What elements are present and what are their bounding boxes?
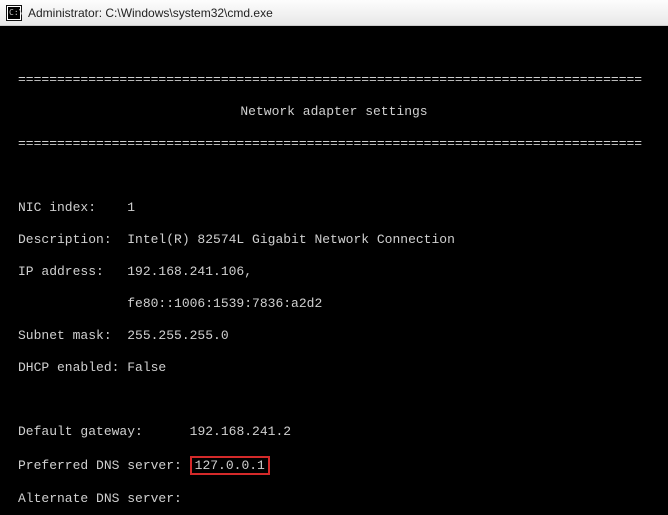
- nic-ip-row1: IP address: 192.168.241.106,: [18, 264, 650, 280]
- console-area[interactable]: ========================================…: [0, 26, 668, 515]
- nic-index-row: NIC index: 1: [18, 200, 650, 216]
- pref-dns-row: Preferred DNS server: 127.0.0.1: [18, 456, 650, 475]
- nic-ip-value1: 192.168.241.106,: [127, 264, 252, 279]
- nic-ip-value2: fe80::1006:1539:7836:a2d2: [127, 296, 322, 311]
- nic-dhcp-row: DHCP enabled: False: [18, 360, 650, 376]
- gateway-row: Default gateway: 192.168.241.2: [18, 424, 650, 440]
- rule-bottom: ========================================…: [18, 136, 650, 152]
- cmd-window: C:\ Administrator: C:\Windows\system32\c…: [0, 0, 668, 515]
- titlebar[interactable]: C:\ Administrator: C:\Windows\system32\c…: [0, 0, 668, 26]
- nic-desc-value: Intel(R) 82574L Gigabit Network Connecti…: [127, 232, 455, 247]
- nic-mask-row: Subnet mask: 255.255.255.0: [18, 328, 650, 344]
- nic-dhcp-value: False: [127, 360, 166, 375]
- alt-dns-label: Alternate DNS server:: [18, 491, 182, 506]
- nic-dhcp-label: DHCP enabled:: [18, 360, 127, 376]
- nic-index-label: NIC index:: [18, 200, 127, 216]
- alt-dns-row: Alternate DNS server:: [18, 491, 650, 507]
- nic-ip-row2: fe80::1006:1539:7836:a2d2: [18, 296, 650, 312]
- nic-desc-label: Description:: [18, 232, 127, 248]
- nic-ip-label: IP address:: [18, 264, 127, 280]
- nic-mask-label: Subnet mask:: [18, 328, 127, 344]
- rule-top: ========================================…: [18, 72, 650, 88]
- titlebar-text: Administrator: C:\Windows\system32\cmd.e…: [28, 6, 273, 20]
- nic-desc-row: Description: Intel(R) 82574L Gigabit Net…: [18, 232, 650, 248]
- cmd-icon: C:\: [6, 5, 22, 21]
- nic-index-value: 1: [127, 200, 135, 215]
- blank: [18, 168, 650, 184]
- nic-ip-indent: [18, 296, 127, 312]
- svg-text:C:\: C:\: [9, 8, 22, 17]
- page-title: Network adapter settings: [18, 104, 650, 120]
- pref-dns-value: 127.0.0.1: [190, 456, 270, 475]
- gateway-label: Default gateway:: [18, 424, 190, 440]
- blank: [18, 392, 650, 408]
- pref-dns-label: Preferred DNS server:: [18, 458, 190, 474]
- nic-mask-value: 255.255.255.0: [127, 328, 228, 343]
- gateway-value: 192.168.241.2: [190, 424, 291, 439]
